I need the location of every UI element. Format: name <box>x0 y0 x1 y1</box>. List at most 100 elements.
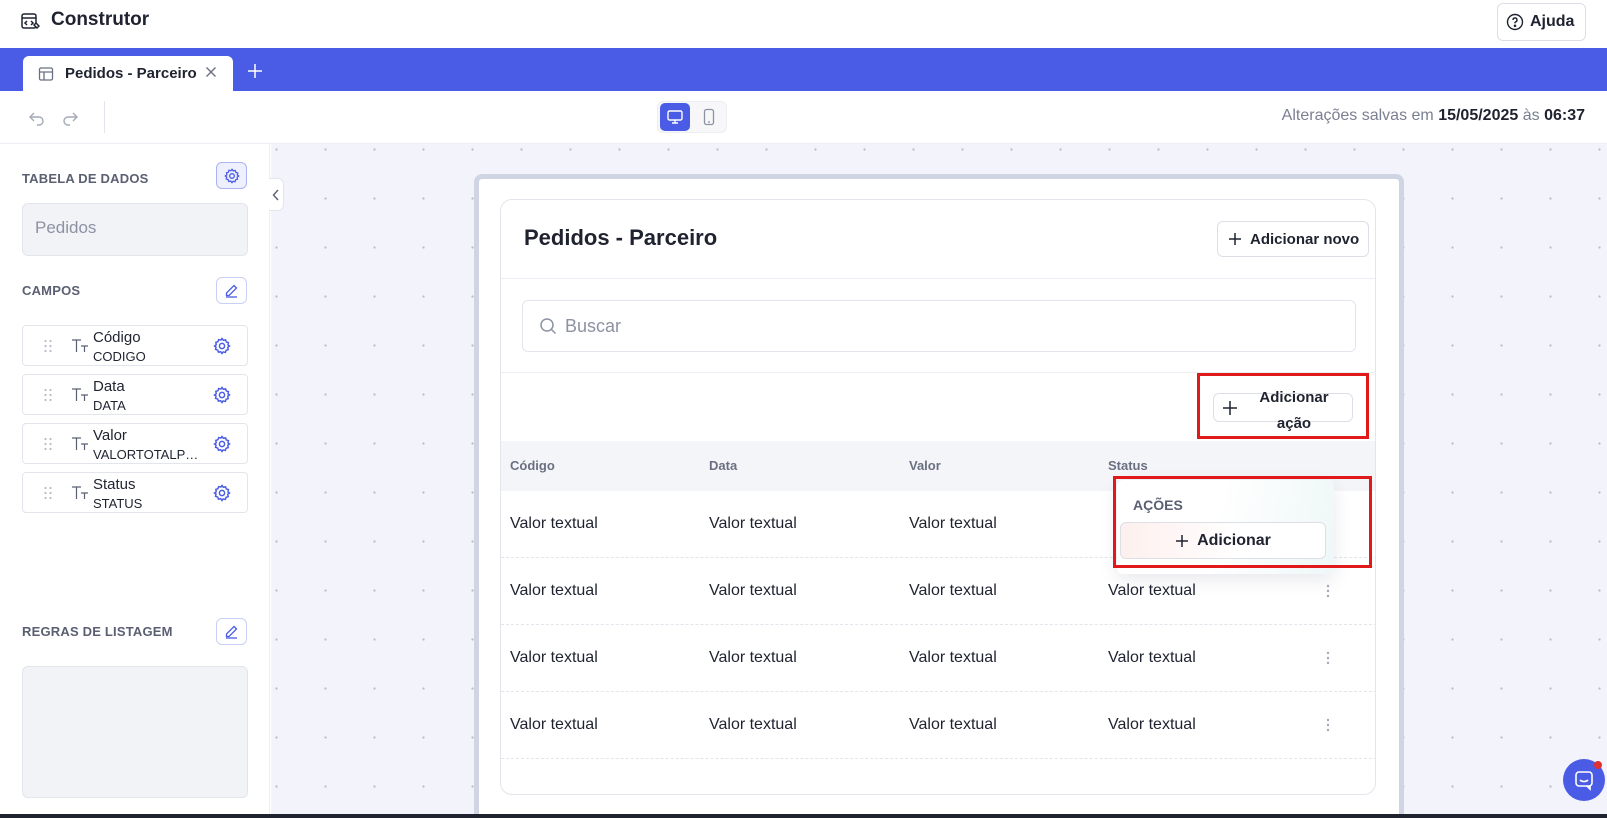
add-row-action-button[interactable]: Adicionar <box>1120 522 1326 559</box>
drag-handle-icon[interactable] <box>43 437 53 451</box>
editor-toolbar: Alterações salvas em 15/05/2025 às 06:37 <box>0 91 1607 144</box>
undo-icon[interactable] <box>27 107 47 127</box>
field-key: STATUS <box>93 496 143 511</box>
edit-fields-button[interactable] <box>216 277 247 304</box>
field-settings-gear-icon[interactable] <box>213 484 231 502</box>
chat-support-button[interactable] <box>1563 759 1605 801</box>
help-button-label: Ajuda <box>1530 13 1575 30</box>
search-box[interactable] <box>522 300 1356 352</box>
data-table-field[interactable]: Pedidos <box>22 203 248 256</box>
edit-rules-button[interactable] <box>216 618 247 645</box>
column-header-codigo[interactable]: Código <box>510 458 555 473</box>
drag-handle-icon[interactable] <box>43 339 53 353</box>
smartphone-icon <box>703 108 715 126</box>
table-row[interactable]: Valor textual Valor textual Valor textua… <box>501 692 1375 759</box>
add-tab-icon[interactable] <box>246 62 264 80</box>
listing-rules-box[interactable] <box>22 666 248 798</box>
help-button[interactable]: Ajuda <box>1497 3 1586 41</box>
save-time: 06:37 <box>1544 107 1585 124</box>
fields-section-title: CAMPOS <box>22 283 81 298</box>
app-title: Construtor <box>51 9 150 30</box>
monitor-icon <box>667 110 683 124</box>
search-input[interactable] <box>565 315 1345 337</box>
desktop-view-button[interactable] <box>660 103 690 131</box>
field-key: VALORTOTALPE... <box>93 447 203 462</box>
row-menu-icon[interactable] <box>1325 650 1331 666</box>
table-cell: Valor textual <box>909 649 997 666</box>
plus-icon <box>1176 534 1189 547</box>
field-key: CODIGO <box>93 349 146 364</box>
search-icon <box>540 318 557 335</box>
gear-icon <box>223 167 240 184</box>
drag-handle-icon[interactable] <box>43 388 53 402</box>
row-menu-icon[interactable] <box>1325 717 1331 733</box>
table-cell: Valor textual <box>709 649 797 666</box>
field-item-valor[interactable]: Valor VALORTOTALPE... <box>22 423 248 464</box>
table-cell: Valor textual <box>909 515 997 532</box>
field-item-data[interactable]: Data DATA <box>22 374 248 415</box>
table-cell: Valor textual <box>510 716 598 733</box>
tab-pedidos-parceiro[interactable]: Pedidos - Parceiro <box>23 56 233 91</box>
actions-popover: AÇÕES Adicionar <box>1117 480 1334 574</box>
table-cell: Valor textual <box>1108 649 1196 666</box>
page-title: Pedidos - Parceiro <box>524 225 718 250</box>
top-bar: Construtor Ajuda <box>0 0 1607 48</box>
add-action-label: Adicionar ação <box>1259 389 1329 432</box>
text-type-icon <box>72 388 88 401</box>
table-cell: Valor textual <box>510 582 598 599</box>
field-item-codigo[interactable]: Código CODIGO <box>22 325 248 366</box>
data-table-section-title: TABELA DE DADOS <box>22 171 149 186</box>
pencil-icon <box>225 625 238 639</box>
builder-icon <box>21 13 40 30</box>
question-circle-icon <box>1506 13 1524 31</box>
listing-rules-section-title: REGRAS DE LISTAGEM <box>22 624 173 639</box>
divider <box>501 372 1375 373</box>
column-header-status[interactable]: Status <box>1108 458 1148 473</box>
text-type-icon <box>72 486 88 499</box>
row-menu-icon[interactable] <box>1325 583 1331 599</box>
redo-icon[interactable] <box>60 107 80 127</box>
table-cell: Valor textual <box>1108 582 1196 599</box>
add-new-button[interactable]: Adicionar novo <box>1217 221 1369 257</box>
field-name: Data <box>93 378 125 395</box>
table-cell: Valor textual <box>510 515 598 532</box>
tab-bar: Pedidos - Parceiro <box>0 48 1607 91</box>
chat-icon <box>1575 771 1593 791</box>
notification-dot <box>1594 761 1602 769</box>
field-settings-gear-icon[interactable] <box>213 337 231 355</box>
add-row-action-label: Adicionar <box>1197 531 1271 549</box>
table-cell: Valor textual <box>709 582 797 599</box>
column-header-valor[interactable]: Valor <box>909 458 941 473</box>
add-new-label: Adicionar novo <box>1250 230 1360 248</box>
add-action-button[interactable]: Adicionar ação <box>1213 389 1353 432</box>
table-cell: Valor textual <box>510 649 598 666</box>
table-cell: Valor textual <box>709 515 797 532</box>
table-cell: Valor textual <box>909 582 997 599</box>
column-header-data[interactable]: Data <box>709 458 737 473</box>
plus-icon <box>1223 401 1237 415</box>
pencil-icon <box>225 284 238 298</box>
field-settings-gear-icon[interactable] <box>213 386 231 404</box>
field-settings-gear-icon[interactable] <box>213 435 231 453</box>
device-switcher <box>657 101 727 133</box>
field-key: DATA <box>93 398 126 413</box>
toolbar-divider <box>104 101 105 133</box>
mobile-view-button[interactable] <box>694 103 724 131</box>
actions-popover-title: AÇÕES <box>1133 497 1183 513</box>
field-name: Código <box>93 329 141 346</box>
window-bottom-edge <box>0 814 1607 818</box>
text-type-icon <box>72 437 88 450</box>
drag-handle-icon[interactable] <box>43 486 53 500</box>
field-item-status[interactable]: Status STATUS <box>22 472 248 513</box>
field-name: Status <box>93 476 136 493</box>
chevron-left-icon <box>272 189 279 200</box>
close-icon[interactable] <box>203 64 219 80</box>
collapse-sidebar-button[interactable] <box>269 178 284 211</box>
tab-label: Pedidos - Parceiro <box>65 65 197 82</box>
data-table-settings-button[interactable] <box>216 162 247 189</box>
save-status: Alterações salvas em 15/05/2025 às 06:37 <box>1281 107 1585 124</box>
table-cell: Valor textual <box>909 716 997 733</box>
table-row[interactable]: Valor textual Valor textual Valor textua… <box>501 625 1375 692</box>
table-icon <box>38 66 54 81</box>
table-cell: Valor textual <box>1108 716 1196 733</box>
